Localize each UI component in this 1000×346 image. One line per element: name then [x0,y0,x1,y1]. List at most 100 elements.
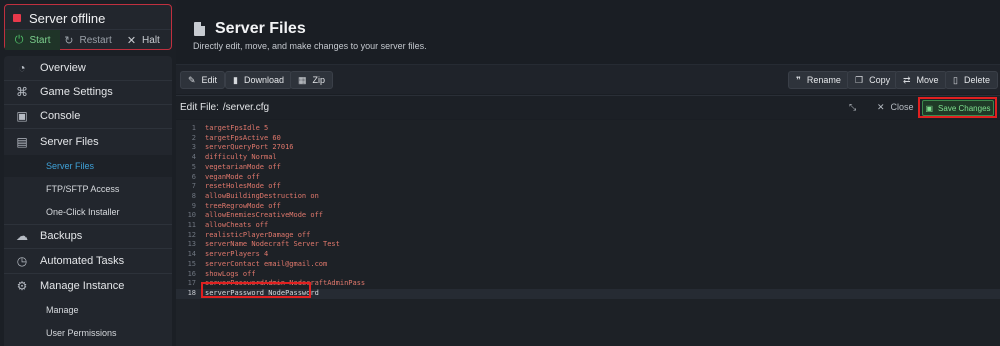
sidebar-subitem-ftp-access[interactable]: FTP/SFTP Access [4,178,172,200]
sidebar-item-label: Automated Tasks [40,255,125,267]
line-number: 17 [187,279,196,288]
code-line[interactable]: 8 allowBuildingDestruction on [176,192,1000,202]
sidebar-item-label: Game Settings [40,86,113,98]
line-number: 18 [187,288,196,297]
file-icon [194,22,205,36]
line-number: 3 [191,143,196,152]
main-content: Server Files Directly edit, move, and ma… [176,0,1000,346]
code-line[interactable]: 14 serverPlayers 4 [176,250,1000,260]
restart-button[interactable]: ↻ Restart [60,30,115,50]
copy-button[interactable]: ❐ Copy [847,71,899,89]
gamepad-icon: ⌘ [16,85,28,99]
move-icon: ⇄ [903,74,911,85]
code-text: veganMode off [205,172,260,181]
edit-file-label: Edit File: [180,102,219,113]
sidebar-subitem-user-permissions[interactable]: User Permissions [4,322,172,344]
sidebar-subitem-one-click-installer[interactable]: One-Click Installer [4,201,172,223]
sidebar-item-label: Console [40,110,81,122]
line-number: 10 [187,211,196,220]
line-number: 14 [187,250,196,259]
code-text: resetHolesMode off [205,182,281,191]
code-text: treeRegrowMode off [205,201,281,210]
code-text: serverQueryPort 27016 [205,143,294,152]
sidebar-item-label: Server Files [40,136,99,148]
code-line[interactable]: 2 targetFpsActive 60 [176,134,1000,144]
sidebar-item-label: Backups [40,230,83,242]
code-line[interactable]: 7 resetHolesMode off [176,182,1000,192]
file-icon: ▤ [16,135,28,149]
code-text: allowBuildingDestruction on [205,191,319,200]
save-icon: ▣ [925,103,934,113]
line-number: 13 [187,240,196,249]
sidebar-subitem-server-files[interactable]: Server Files [4,155,172,177]
code-line[interactable]: 4 difficulty Normal [176,153,1000,163]
code-text: realisticPlayerDamage off [205,230,311,239]
save-changes-button[interactable]: ▣ Save Changes [922,100,994,116]
sidebar-subitem-label: Server Files [46,161,95,171]
code-text: serverName Nodecraft Server Test [205,240,340,249]
code-line[interactable]: 12 realisticPlayerDamage off [176,231,1000,241]
sidebar-nav: ◔ Overview ⌘ Game Settings ▣ Console ▤ S… [4,56,172,346]
close-button[interactable]: ✕ Close [877,102,914,113]
sidebar-item-game-settings[interactable]: ⌘ Game Settings [4,80,172,104]
line-number: 15 [187,259,196,268]
save-changes-label: Save Changes [938,103,991,113]
sidebar-item-automated-tasks[interactable]: ◷ Automated Tasks [4,249,172,273]
line-number: 4 [191,153,196,162]
archive-icon: ▦ [298,74,307,85]
delete-label: Delete [963,75,990,85]
sidebar-item-console[interactable]: ▣ Console [4,104,172,128]
halt-button[interactable]: ✕ Halt [116,30,171,50]
code-line[interactable]: 6 veganMode off [176,173,1000,183]
zip-button[interactable]: ▦ Zip [290,71,334,89]
sidebar-subitem-label: FTP/SFTP Access [46,184,120,194]
line-number: 16 [187,269,196,278]
code-line[interactable]: 16 showLogs off [176,270,1000,280]
editor-header: Edit File:/server.cfg ⤡ ✕ Close ▣ Save Ch… [176,95,1000,119]
code-line[interactable]: 15 serverContact email@gmail.com [176,260,1000,270]
trash-icon: ▯ [953,74,958,85]
download-button[interactable]: ▮ Download [225,71,292,89]
timer-icon: ◷ [16,254,28,268]
code-line[interactable]: 9 treeRegrowMode off [176,202,1000,212]
line-number: 7 [191,182,196,191]
sidebar-item-backups[interactable]: ☁ Backups [4,224,172,248]
start-button[interactable]: ⏻ Start [5,30,61,50]
page-title: Server Files [215,20,306,37]
download-label: Download [243,75,284,85]
rename-button[interactable]: ❞ Rename [788,71,849,89]
edit-file-heading: Edit File:/server.cfg [180,102,269,113]
line-number: 6 [191,172,196,181]
line-number: 8 [191,191,196,200]
fullscreen-icon[interactable]: ⤡ [849,102,856,113]
code-line[interactable]: 13 serverName Nodecraft Server Test [176,240,1000,250]
move-label: Move [916,75,939,85]
code-line[interactable]: 5 vegetarianMode off [176,163,1000,173]
sidebar-item-label: Manage Instance [40,280,125,292]
quote-icon: ❞ [796,74,801,85]
delete-button[interactable]: ▯ Delete [945,71,998,89]
code-editor[interactable]: 1 targetFpsIdle 5 2 targetFpsActive 60 3 serv… [176,120,1000,346]
server-status: Server offline [13,10,105,26]
edit-button[interactable]: ✎ Edit [180,71,226,89]
code-line[interactable]: 10 allowEnemiesCreativeMode off [176,211,1000,221]
code-line[interactable]: 1 targetFpsIdle 5 [176,124,1000,134]
sidebar-item-label: Overview [40,62,86,74]
start-label: Start [29,34,51,46]
sidebar-item-overview[interactable]: ◔ Overview [4,56,172,80]
sidebar-item-manage-instance[interactable]: ⚙ Manage Instance [4,274,172,298]
sidebar: Server offline ⏻ Start ↻ Restart ✕ Halt … [0,0,176,346]
move-button[interactable]: ⇄ Move [895,71,947,89]
sidebar-subitem-manage[interactable]: Manage [4,299,172,321]
sidebar-item-server-files[interactable]: ▤ Server Files [4,130,172,154]
code-text: serverPlayers 4 [205,250,269,259]
code-line[interactable]: 3 serverQueryPort 27016 [176,143,1000,153]
sidebar-subitem-label: One-Click Installer [46,207,120,217]
line-number: 12 [187,230,196,239]
code-text: difficulty Normal [205,153,277,162]
code-line[interactable]: 11 allowCheats off [176,221,1000,231]
copy-icon: ❐ [855,74,864,85]
edit-icon: ✎ [188,74,196,85]
close-label: Close [890,102,914,112]
speedometer-icon: ◔ [18,61,26,75]
